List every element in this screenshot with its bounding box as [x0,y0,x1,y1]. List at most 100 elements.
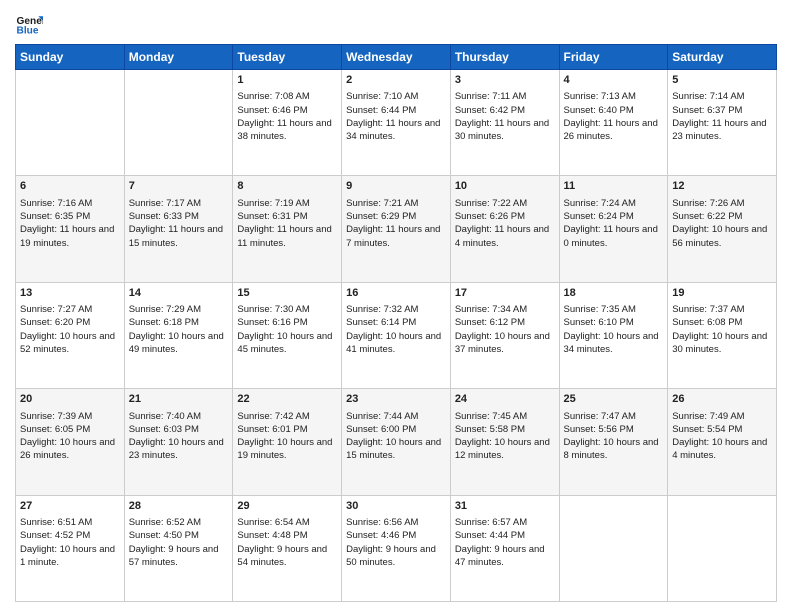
cell-text: Daylight: 10 hours and 19 minutes. [237,436,337,463]
cell-text: Sunset: 6:03 PM [129,423,229,436]
weekday-header-saturday: Saturday [668,45,777,70]
cell-text: Sunrise: 7:34 AM [455,303,555,316]
calendar-cell: 31 Sunrise: 6:57 AMSunset: 4:44 PMDayligh… [450,495,559,601]
cell-text: Sunrise: 7:22 AM [455,197,555,210]
cell-text: Sunrise: 7:17 AM [129,197,229,210]
calendar-cell: 30Sunrise: 6:56 AMSunset: 4:46 PMDayligh… [342,495,451,601]
day-number: 24 [455,392,555,407]
cell-text: Sunset: 6:08 PM [672,316,772,329]
calendar-cell: 20Sunrise: 7:39 AMSunset: 6:05 PMDayligh… [16,389,125,495]
cell-text: Daylight: 10 hours and 30 minutes. [672,330,772,357]
day-number: 16 [346,286,446,301]
calendar-cell: 19Sunrise: 7:37 AMSunset: 6:08 PMDayligh… [668,282,777,388]
cell-text: Daylight: 11 hours and 15 minutes. [129,223,229,250]
calendar-cell: 2Sunrise: 7:10 AMSunset: 6:44 PMDaylight… [342,70,451,176]
cell-text: Daylight: 10 hours and 45 minutes. [237,330,337,357]
cell-text: Sunset: 5:56 PM [564,423,664,436]
cell-text: Sunset: 6:42 PM [455,104,555,117]
cell-text: Sunset: 6:18 PM [129,316,229,329]
cell-text: Daylight: 11 hours and 19 minutes. [20,223,120,250]
weekday-header-sunday: Sunday [16,45,125,70]
cell-text: Sunrise: 7:49 AM [672,410,772,423]
cell-text: Sunrise: 7:10 AM [346,90,446,103]
cell-text: Sunset: 6:29 PM [346,210,446,223]
calendar-cell [668,495,777,601]
cell-text: Sunrise: 7:40 AM [129,410,229,423]
cell-text: Sunset: 6:31 PM [237,210,337,223]
cell-text: Daylight: 10 hours and 4 minutes. [672,436,772,463]
cell-text: Sunset: 4:44 PM [455,529,555,542]
day-number: 17 [455,286,555,301]
day-number: 14 [129,286,229,301]
cell-text: Sunrise: 6:52 AM [129,516,229,529]
cell-text: Sunset: 4:50 PM [129,529,229,542]
day-number: 1 [237,73,337,88]
day-number: 15 [237,286,337,301]
day-number: 18 [564,286,664,301]
cell-text: Sunrise: 6:57 AM [455,516,555,529]
cell-text: Daylight: 10 hours and 41 minutes. [346,330,446,357]
cell-text: Sunset: 6:10 PM [564,316,664,329]
cell-text: Daylight: 10 hours and 1 minute. [20,543,120,570]
day-number: 20 [20,392,120,407]
cell-text: Sunset: 6:35 PM [20,210,120,223]
day-number: 8 [237,179,337,194]
day-number: 31 [455,499,555,514]
cell-text: Sunset: 6:37 PM [672,104,772,117]
day-number: 26 [672,392,772,407]
cell-text: Daylight: 9 hours and 54 minutes. [237,543,337,570]
cell-text: Daylight: 10 hours and 52 minutes. [20,330,120,357]
calendar-table: SundayMondayTuesdayWednesdayThursdayFrid… [15,44,777,602]
cell-text: Sunset: 4:52 PM [20,529,120,542]
cell-text: Sunset: 6:05 PM [20,423,120,436]
calendar-cell: 16 Sunrise: 7:32 AMSunset: 6:14 PMDayligh… [342,282,451,388]
cell-text: Sunrise: 7:45 AM [455,410,555,423]
calendar-cell: 14Sunrise: 7:29 AMSunset: 6:18 PMDayligh… [124,282,233,388]
cell-text: Daylight: 11 hours and 4 minutes. [455,223,555,250]
calendar-cell: 17Sunrise: 7:34 AMSunset: 6:12 PMDayligh… [450,282,559,388]
cell-text: Sunset: 6:16 PM [237,316,337,329]
cell-text: Sunrise: 7:29 AM [129,303,229,316]
calendar-cell: 29Sunrise: 6:54 AMSunset: 4:48 PMDayligh… [233,495,342,601]
cell-text: Sunrise: 7:13 AM [564,90,664,103]
calendar-cell: 15Sunrise: 7:30 AMSunset: 6:16 PMDayligh… [233,282,342,388]
calendar-cell: 22Sunrise: 7:42 AMSunset: 6:01 PMDayligh… [233,389,342,495]
cell-text: Sunset: 6:46 PM [237,104,337,117]
cell-text: Daylight: 9 hours and 47 minutes. [455,543,555,570]
calendar-cell: 12Sunrise: 7:26 AMSunset: 6:22 PMDayligh… [668,176,777,282]
weekday-header-thursday: Thursday [450,45,559,70]
cell-text: Sunrise: 7:37 AM [672,303,772,316]
cell-text: Sunset: 5:58 PM [455,423,555,436]
cell-text: Sunrise: 7:32 AM [346,303,446,316]
calendar-cell: 5Sunrise: 7:14 AMSunset: 6:37 PMDaylight… [668,70,777,176]
day-number: 5 [672,73,772,88]
cell-text: Sunrise: 7:14 AM [672,90,772,103]
cell-text: Sunrise: 7:27 AM [20,303,120,316]
cell-text: Daylight: 11 hours and 38 minutes. [237,117,337,144]
cell-text: Sunset: 4:46 PM [346,529,446,542]
cell-text: Sunset: 6:26 PM [455,210,555,223]
cell-text: Sunrise: 7:08 AM [237,90,337,103]
weekday-header-friday: Friday [559,45,668,70]
cell-text: Daylight: 11 hours and 7 minutes. [346,223,446,250]
day-number: 9 [346,179,446,194]
calendar-cell: 7Sunrise: 7:17 AMSunset: 6:33 PMDaylight… [124,176,233,282]
cell-text: Sunset: 6:14 PM [346,316,446,329]
cell-text: Sunrise: 6:51 AM [20,516,120,529]
calendar-cell [124,70,233,176]
cell-text: Sunset: 6:24 PM [564,210,664,223]
cell-text: Sunset: 6:40 PM [564,104,664,117]
calendar-cell: 9Sunrise: 7:21 AMSunset: 6:29 PMDaylight… [342,176,451,282]
calendar-cell: 28Sunrise: 6:52 AMSunset: 4:50 PMDayligh… [124,495,233,601]
calendar-cell [559,495,668,601]
weekday-header-tuesday: Tuesday [233,45,342,70]
cell-text: Daylight: 10 hours and 12 minutes. [455,436,555,463]
cell-text: Daylight: 11 hours and 30 minutes. [455,117,555,144]
calendar-cell: 11Sunrise: 7:24 AMSunset: 6:24 PMDayligh… [559,176,668,282]
calendar-cell: 21Sunrise: 7:40 AMSunset: 6:03 PMDayligh… [124,389,233,495]
calendar-cell: 13Sunrise: 7:27 AMSunset: 6:20 PMDayligh… [16,282,125,388]
calendar-cell: 18Sunrise: 7:35 AMSunset: 6:10 PMDayligh… [559,282,668,388]
calendar-cell: 3Sunrise: 7:11 AMSunset: 6:42 PMDaylight… [450,70,559,176]
cell-text: Sunrise: 7:16 AM [20,197,120,210]
cell-text: Daylight: 10 hours and 23 minutes. [129,436,229,463]
